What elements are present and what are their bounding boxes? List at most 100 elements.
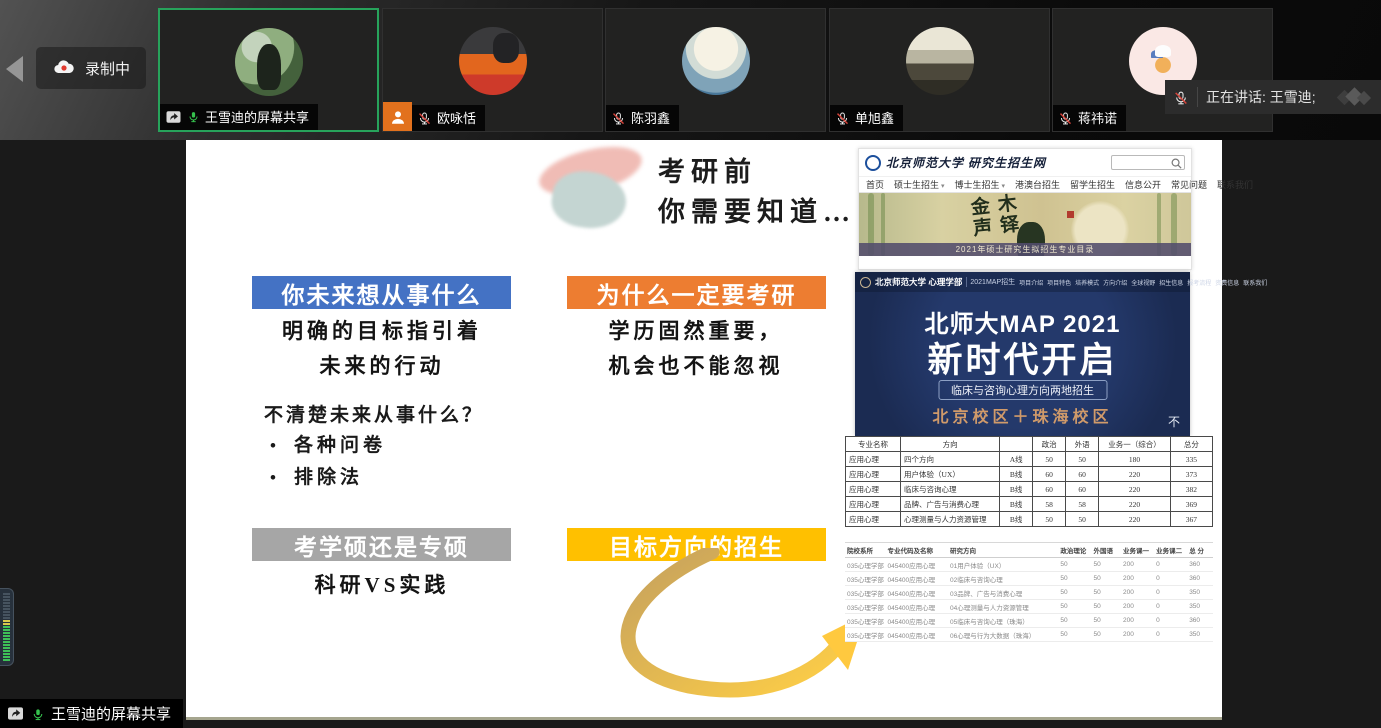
nav-item: 项目特色 — [1047, 278, 1071, 287]
mic-muted-icon — [417, 110, 432, 126]
red-seal-icon — [1067, 211, 1074, 218]
site1-header: 北京师范大学 研究生招生网 — [859, 149, 1191, 176]
nav-item: 常见问题 — [1171, 178, 1207, 191]
table-row: 应用心理品牌、广告与消费心理B线5858220369 — [846, 497, 1213, 512]
screen-share-status-bar: 王雪迪的屏幕共享 — [0, 699, 183, 728]
table-cell: 03品牌、广告与消费心理 — [948, 586, 1058, 600]
table-cell: 360 — [1187, 558, 1213, 572]
slide-title-line1: 考研前 — [658, 152, 889, 192]
table-header-cell: 政治理论 — [1058, 543, 1091, 558]
recording-label: 录制中 — [85, 58, 130, 79]
video-tile-shanxuxin[interactable]: 单旭鑫 — [829, 8, 1050, 132]
table-cell: 50 — [1058, 614, 1091, 628]
table-cell: 0 — [1154, 628, 1187, 642]
table-cell: 035心理学部 — [845, 614, 885, 628]
table-cell: 220 — [1099, 497, 1171, 512]
table-cell: 350 — [1187, 600, 1213, 614]
screen-share-icon — [6, 706, 25, 721]
bullet-item: 排除法 — [270, 462, 386, 494]
table-row: 035心理学部045400应用心理01用户体验（UX）50502000360 — [845, 558, 1213, 572]
table-cell: 用户体验（UX） — [901, 467, 1000, 482]
nav-item: 联系我们 — [1217, 178, 1253, 191]
table-cell: 50 — [1092, 628, 1121, 642]
table-cell: 应用心理 — [846, 497, 901, 512]
avatar — [682, 27, 750, 95]
note-why-kaoyan: 学历固然重要， 机会也不能忽视 — [540, 314, 852, 384]
table-cell: 369 — [1170, 497, 1212, 512]
table-cell: 50 — [1092, 586, 1121, 600]
avatar — [906, 27, 974, 95]
mic-live-icon — [31, 705, 45, 723]
table-cell: 应用心理 — [846, 452, 901, 467]
nav-item: 全球视野 — [1131, 278, 1155, 287]
table-cell: B线 — [1000, 497, 1033, 512]
table-cell: 06心理与行为大数据（珠海） — [948, 628, 1058, 642]
table-cell: 50 — [1092, 572, 1121, 586]
note-line: 学历固然重要， — [540, 314, 852, 349]
heading-future-career: 你未来想从事什么 — [252, 276, 511, 309]
nav-item: 招生信息 — [1159, 278, 1183, 287]
video-tile-wangxuedi[interactable]: 王雪迪的屏幕共享 — [158, 8, 379, 132]
bullet-list: 各种问卷排除法 — [270, 430, 386, 494]
site1-search-box — [1111, 155, 1185, 170]
table-row: 应用心理心理测量与人力资源管理B线5050220367 — [846, 512, 1213, 527]
table-cell: 01用户体验（UX） — [948, 558, 1058, 572]
table-row: 应用心理四个方向A线5050180335 — [846, 452, 1213, 467]
nav-item: 留学生招生 — [1070, 178, 1115, 191]
nav-item: 首页 — [866, 178, 884, 191]
table-cell: 360 — [1187, 614, 1213, 628]
table-header-cell: 业务一（综合） — [1099, 437, 1171, 452]
table-cell: 220 — [1099, 467, 1171, 482]
table-cell: 60 — [1066, 467, 1099, 482]
table-header-cell: 业务课二 — [1154, 543, 1187, 558]
table-cell: 05临床与咨询心理（珠海） — [948, 614, 1058, 628]
table-row: 035心理学部045400应用心理04心理测量与人力资源管理5050200035… — [845, 600, 1213, 614]
table-header-cell: 专业代码及名称 — [885, 543, 948, 558]
table-cell: 045400应用心理 — [885, 572, 948, 586]
screen-share-icon — [165, 110, 182, 124]
participant-name-chip: 蒋祎诺 — [1053, 105, 1126, 131]
speaking-now-label: 正在讲话: 王雪迪; — [1206, 87, 1316, 107]
nav-item: 报考流程 — [1187, 278, 1211, 287]
nav-item: 联系我们 — [1243, 278, 1267, 287]
table-header-cell: 总分 — [1170, 437, 1212, 452]
table-row: 035心理学部045400应用心理02临床与咨询心理50502000360 — [845, 572, 1213, 586]
table-row: 035心理学部045400应用心理03品牌、广告与消费心理50502000350 — [845, 586, 1213, 600]
watercolor-splash — [538, 144, 653, 236]
table-cell: 50 — [1058, 586, 1091, 600]
table-cell: A线 — [1000, 452, 1033, 467]
screen-share-status-label: 王雪迪的屏幕共享 — [51, 703, 171, 724]
video-tile-ouyongtian[interactable]: 欧咏恬 — [382, 8, 603, 132]
table-cell: 035心理学部 — [845, 628, 885, 642]
person-icon — [389, 108, 407, 126]
table-cell: 035心理学部 — [845, 586, 885, 600]
table-cell: 58 — [1033, 497, 1066, 512]
table-cell: 035心理学部 — [845, 558, 885, 572]
note-line: 未来的行动 — [226, 349, 538, 384]
nav-item: 博士生招生 — [955, 178, 1005, 191]
table-cell: 0 — [1154, 558, 1187, 572]
table-cell: 200 — [1121, 600, 1154, 614]
video-tile-chenyuxin[interactable]: 陈羽鑫 — [605, 8, 826, 132]
avatar — [459, 27, 527, 95]
table-cell: 045400应用心理 — [885, 600, 948, 614]
nav-item: 培养模式 — [1075, 278, 1099, 287]
table-cell: 60 — [1033, 467, 1066, 482]
table-cell: 367 — [1170, 512, 1212, 527]
hand-raised-badge — [383, 102, 412, 131]
nav-item: 项目介绍 — [1019, 278, 1043, 287]
table-header-row: 专业名称方向政治外语业务一（综合）总分 — [846, 437, 1213, 452]
table-header-cell: 总 分 — [1187, 543, 1213, 558]
collapse-strip-arrow-icon[interactable] — [6, 56, 23, 82]
table-row: 应用心理临床与咨询心理B线6060220382 — [846, 482, 1213, 497]
table-row: 035心理学部045400应用心理05临床与咨询心理（珠海）5050200036… — [845, 614, 1213, 628]
table-cell: 60 — [1033, 482, 1066, 497]
participant-name: 欧咏恬 — [437, 108, 476, 127]
recording-indicator[interactable]: 录制中 — [36, 47, 146, 89]
table-cell: 应用心理 — [846, 467, 901, 482]
divider — [1197, 87, 1198, 107]
site2-header: 北京师范大学 心理学部 2021MAP招生 项目介绍项目特色培养模式方向介绍全球… — [855, 272, 1190, 292]
site2-brand: 北京师范大学 心理学部 — [875, 276, 962, 288]
table-cell: 50 — [1066, 452, 1099, 467]
site1-brand: 北京师范大学 研究生招生网 — [886, 154, 1046, 171]
